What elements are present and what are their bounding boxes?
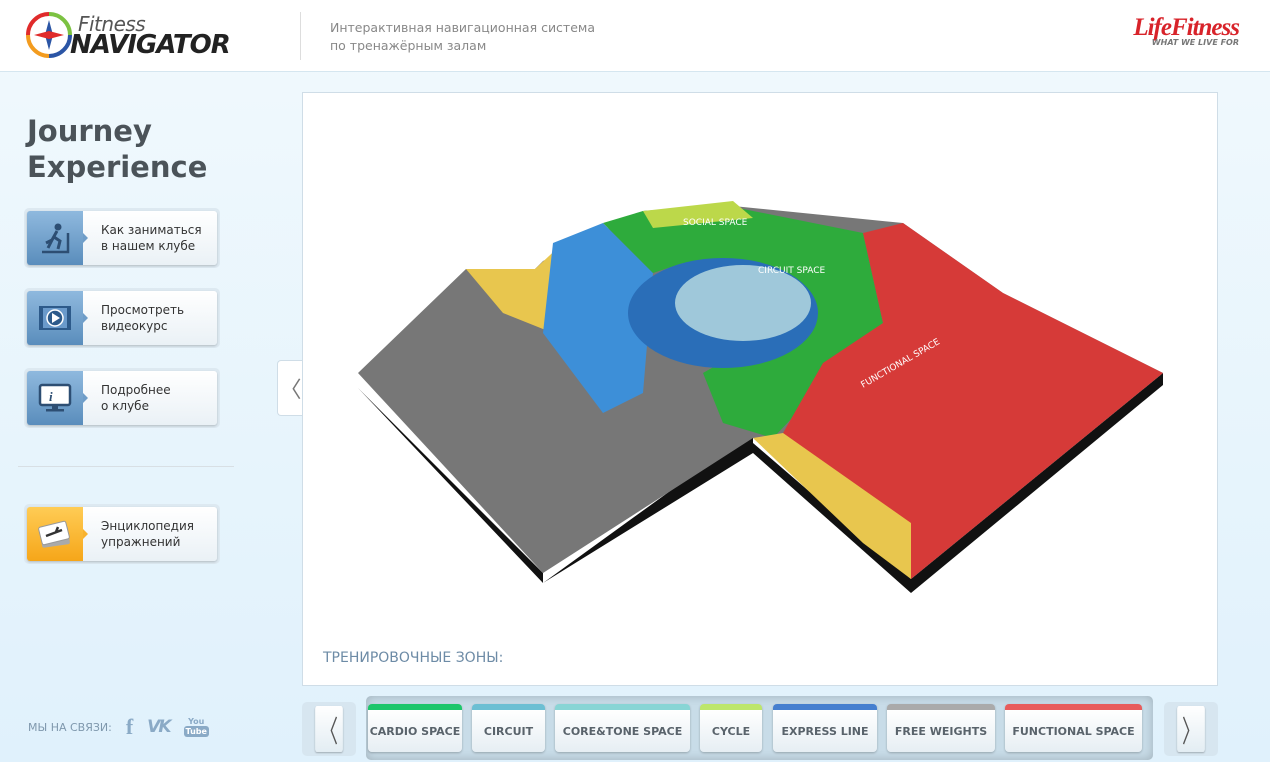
circuit-zone[interactable]: [675, 265, 811, 341]
header: Fitness NAVIGATOR Интерактивная навигаци…: [0, 0, 1270, 72]
info-monitor-icon: i: [27, 371, 88, 425]
gym-3d-map[interactable]: SOCIAL SPACE CIRCUIT SPACE FUNCTIONAL SP…: [303, 93, 1217, 633]
svg-text:i: i: [49, 389, 53, 404]
zone-tab-core-tone[interactable]: CORE&TONE SPACE: [555, 704, 690, 752]
zone-tab-cycle[interactable]: CYCLE: [700, 704, 762, 752]
zones-prev-button[interactable]: 〈: [302, 702, 356, 756]
about-club-button[interactable]: i Подробнее о клубе: [24, 368, 220, 428]
zone-tab-express-line[interactable]: EXPRESS LINE: [773, 704, 877, 752]
zone-tab-free-weights[interactable]: FREE WEIGHTS: [887, 704, 995, 752]
watch-video-button[interactable]: Просмотреть видеокурс: [24, 288, 220, 348]
vk-icon[interactable]: VK: [147, 717, 171, 737]
header-divider: [300, 12, 301, 60]
exercise-cards-icon: [27, 507, 88, 561]
youtube-icon[interactable]: You Tube: [183, 717, 209, 737]
gym-map-panel: SOCIAL SPACE CIRCUIT SPACE FUNCTIONAL SP…: [302, 92, 1218, 686]
zone-tab-functional[interactable]: FUNCTIONAL SPACE: [1005, 704, 1142, 752]
svg-text:SOCIAL SPACE: SOCIAL SPACE: [683, 218, 748, 228]
tagline: Интерактивная навигационная система по т…: [330, 20, 595, 53]
life-fitness-logo[interactable]: LifeFitness WHAT WE LIVE FOR: [1094, 15, 1240, 47]
zone-tab-cardio[interactable]: CARDIO SPACE: [368, 704, 462, 752]
social-links: МЫ НА СВЯЗИ: f VK You Tube: [28, 714, 209, 740]
fitness-navigator-logo[interactable]: Fitness NAVIGATOR: [24, 10, 231, 60]
zones-next-button[interactable]: 〉: [1164, 702, 1218, 756]
exercise-encyclopedia-button[interactable]: Энциклопедия упражнений: [24, 504, 220, 564]
how-to-train-button[interactable]: Как заниматься в нашем клубе: [24, 208, 220, 268]
zones-carousel: CARDIO SPACE CIRCUIT CORE&TONE SPACE CYC…: [366, 696, 1153, 760]
zone-tab-circuit[interactable]: CIRCUIT: [472, 704, 545, 752]
zones-label: ТРЕНИРОВОЧНЫЕ ЗОНЫ:: [323, 650, 504, 666]
facebook-icon[interactable]: f: [126, 714, 133, 740]
sidebar-divider: [18, 466, 234, 467]
compass-icon: [26, 12, 72, 58]
treadmill-runner-icon: [27, 211, 88, 265]
svg-text:CIRCUIT SPACE: CIRCUIT SPACE: [758, 266, 825, 276]
panel-collapse-button[interactable]: 〈: [277, 360, 303, 416]
video-play-icon: [27, 291, 88, 345]
page-title: Journey Experience: [27, 114, 208, 184]
